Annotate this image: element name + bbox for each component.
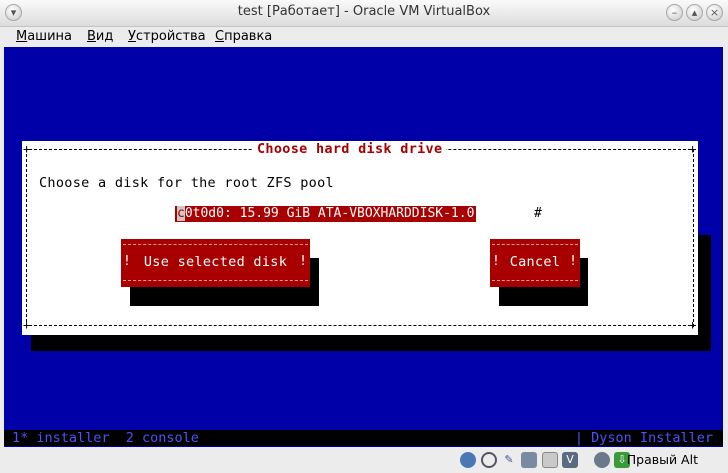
button-border-bottom (492, 280, 578, 281)
disk-label: 0t0d0: 15.99 GiB ATA-VBOXHARDDISK-1.0 (184, 206, 475, 221)
maximize-icon[interactable]: ▴ (686, 4, 703, 21)
cancel-button[interactable]: ! Cancel ! (490, 239, 580, 287)
use-selected-disk-button[interactable]: ! Use selected disk ! (121, 239, 310, 287)
shared-folders-icon[interactable] (542, 452, 558, 468)
dialog-title: Choose hard disk drive (253, 141, 447, 157)
close-icon[interactable]: × (706, 4, 723, 21)
host-key-label: Правый Alt (626, 452, 698, 467)
dialog-border-right (693, 149, 694, 327)
window-title: test [Работает] - Oracle VM VirtualBox (237, 4, 491, 19)
vm-console-screen[interactable]: + + + + Choose hard disk drive Choose a … (4, 47, 723, 447)
disk-list-item-selected[interactable]: c0t0d0: 15.99 GiB ATA-VBOXHARDDISK-1.0 (175, 206, 477, 222)
usb-icon[interactable]: ✎ (501, 452, 517, 468)
menu-view[interactable]: Вид (87, 29, 113, 44)
dialog-prompt: Choose a disk for the root ZFS pool (39, 175, 334, 191)
text-cursor: c (177, 206, 185, 221)
button-border-top (123, 244, 308, 245)
tmux-status-line: 1* installer 2 console | Dyson Installer (4, 430, 723, 446)
button-bar-right: ! (569, 254, 577, 269)
status-installer-name: | Dyson Installer (574, 430, 713, 446)
menu-help[interactable]: Справка (215, 29, 272, 44)
status-windows: 1* installer 2 console (12, 430, 199, 446)
button-border-top (492, 244, 578, 245)
dialog-border-bottom (24, 325, 696, 326)
button-border-bottom (123, 280, 308, 281)
corner-br: + (689, 318, 697, 332)
menu-bar: Машина Вид Устройства Справка (0, 27, 728, 47)
dialog-border-left (26, 149, 27, 327)
corner-tl: + (23, 142, 31, 156)
hard-disk-icon[interactable] (460, 452, 476, 468)
cancel-label: Cancel (509, 254, 561, 270)
corner-tr: + (689, 142, 697, 156)
optical-drive-icon[interactable] (481, 452, 497, 468)
button-bar-right: ! (299, 254, 307, 269)
use-selected-disk-label: Use selected disk (143, 254, 288, 270)
window-titlebar: ▾ test [Работает] - Oracle VM VirtualBox… (0, 0, 728, 27)
network-icon[interactable] (521, 452, 537, 468)
menu-devices[interactable]: Устройства (128, 29, 206, 44)
choose-disk-dialog: + + + + Choose hard disk drive Choose a … (22, 141, 698, 335)
corner-bl: + (23, 318, 31, 332)
scroll-indicator: # (534, 206, 542, 221)
menu-machine[interactable]: Машина (16, 29, 72, 44)
mouse-integration-icon[interactable] (594, 452, 610, 468)
minimize-icon[interactable]: – (666, 4, 683, 21)
display-icon[interactable]: V (562, 452, 578, 468)
vm-status-bar: ✎ V ⇩ Правый Alt (0, 448, 728, 473)
